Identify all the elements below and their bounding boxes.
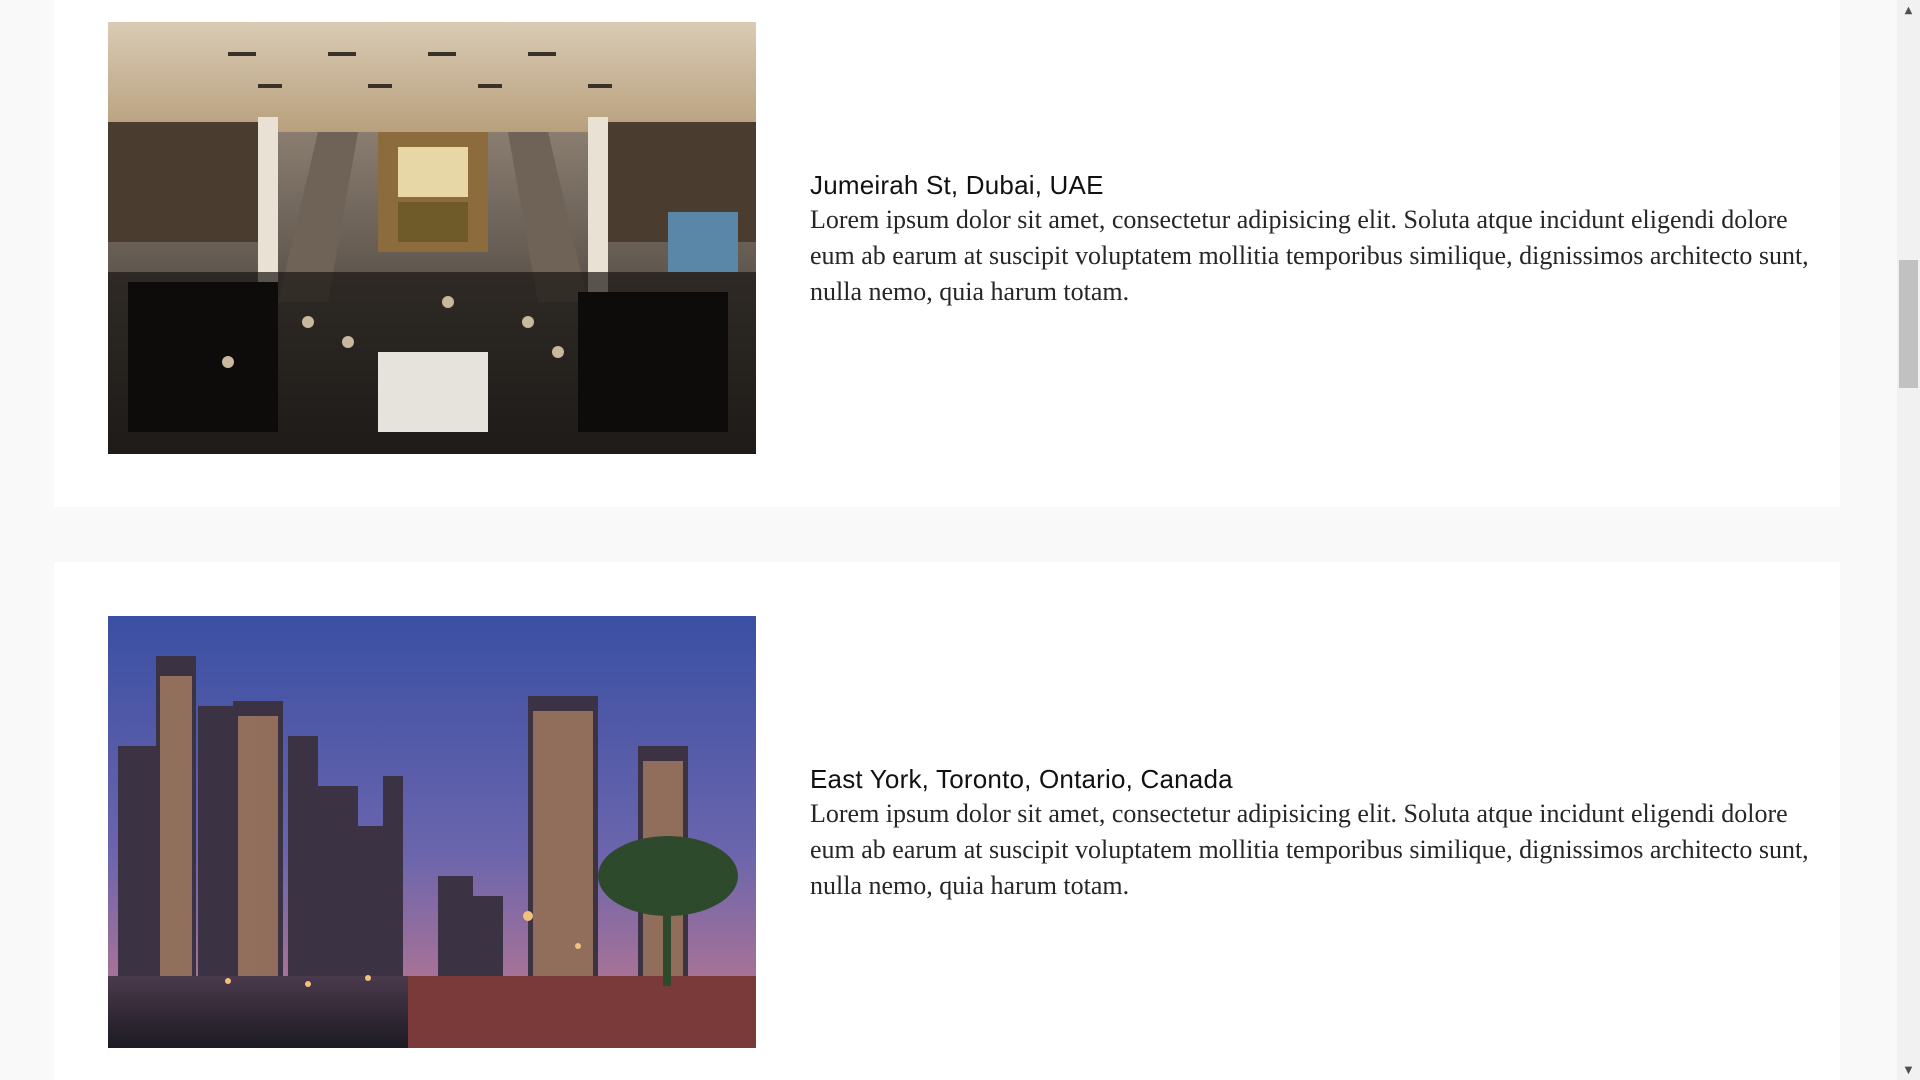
triangle-up-icon[interactable]: ▲ bbox=[1897, 0, 1920, 20]
location-card: Jumeirah St, Dubai, UAE Lorem ipsum dolo… bbox=[54, 0, 1840, 507]
location-info: East York, Toronto, Ontario, Canada Lore… bbox=[810, 762, 1820, 904]
page: Jumeirah St, Dubai, UAE Lorem ipsum dolo… bbox=[0, 0, 1920, 1080]
location-description: Lorem ipsum dolor sit amet, consectetur … bbox=[810, 799, 1809, 900]
mall-interior-photo bbox=[108, 22, 756, 454]
location-title: East York, Toronto, Ontario, Canada bbox=[810, 764, 1233, 794]
location-card: East York, Toronto, Ontario, Canada Lore… bbox=[54, 562, 1840, 1080]
location-title: Jumeirah St, Dubai, UAE bbox=[810, 170, 1104, 200]
scrollbar-thumb[interactable] bbox=[1899, 260, 1918, 388]
triangle-down-icon[interactable]: ▼ bbox=[1897, 1060, 1920, 1080]
city-marina-skyline-photo bbox=[108, 616, 756, 1048]
location-description: Lorem ipsum dolor sit amet, consectetur … bbox=[810, 205, 1809, 306]
location-info: Jumeirah St, Dubai, UAE Lorem ipsum dolo… bbox=[810, 168, 1820, 310]
vertical-scrollbar[interactable]: ▲ ▼ bbox=[1897, 0, 1920, 1080]
